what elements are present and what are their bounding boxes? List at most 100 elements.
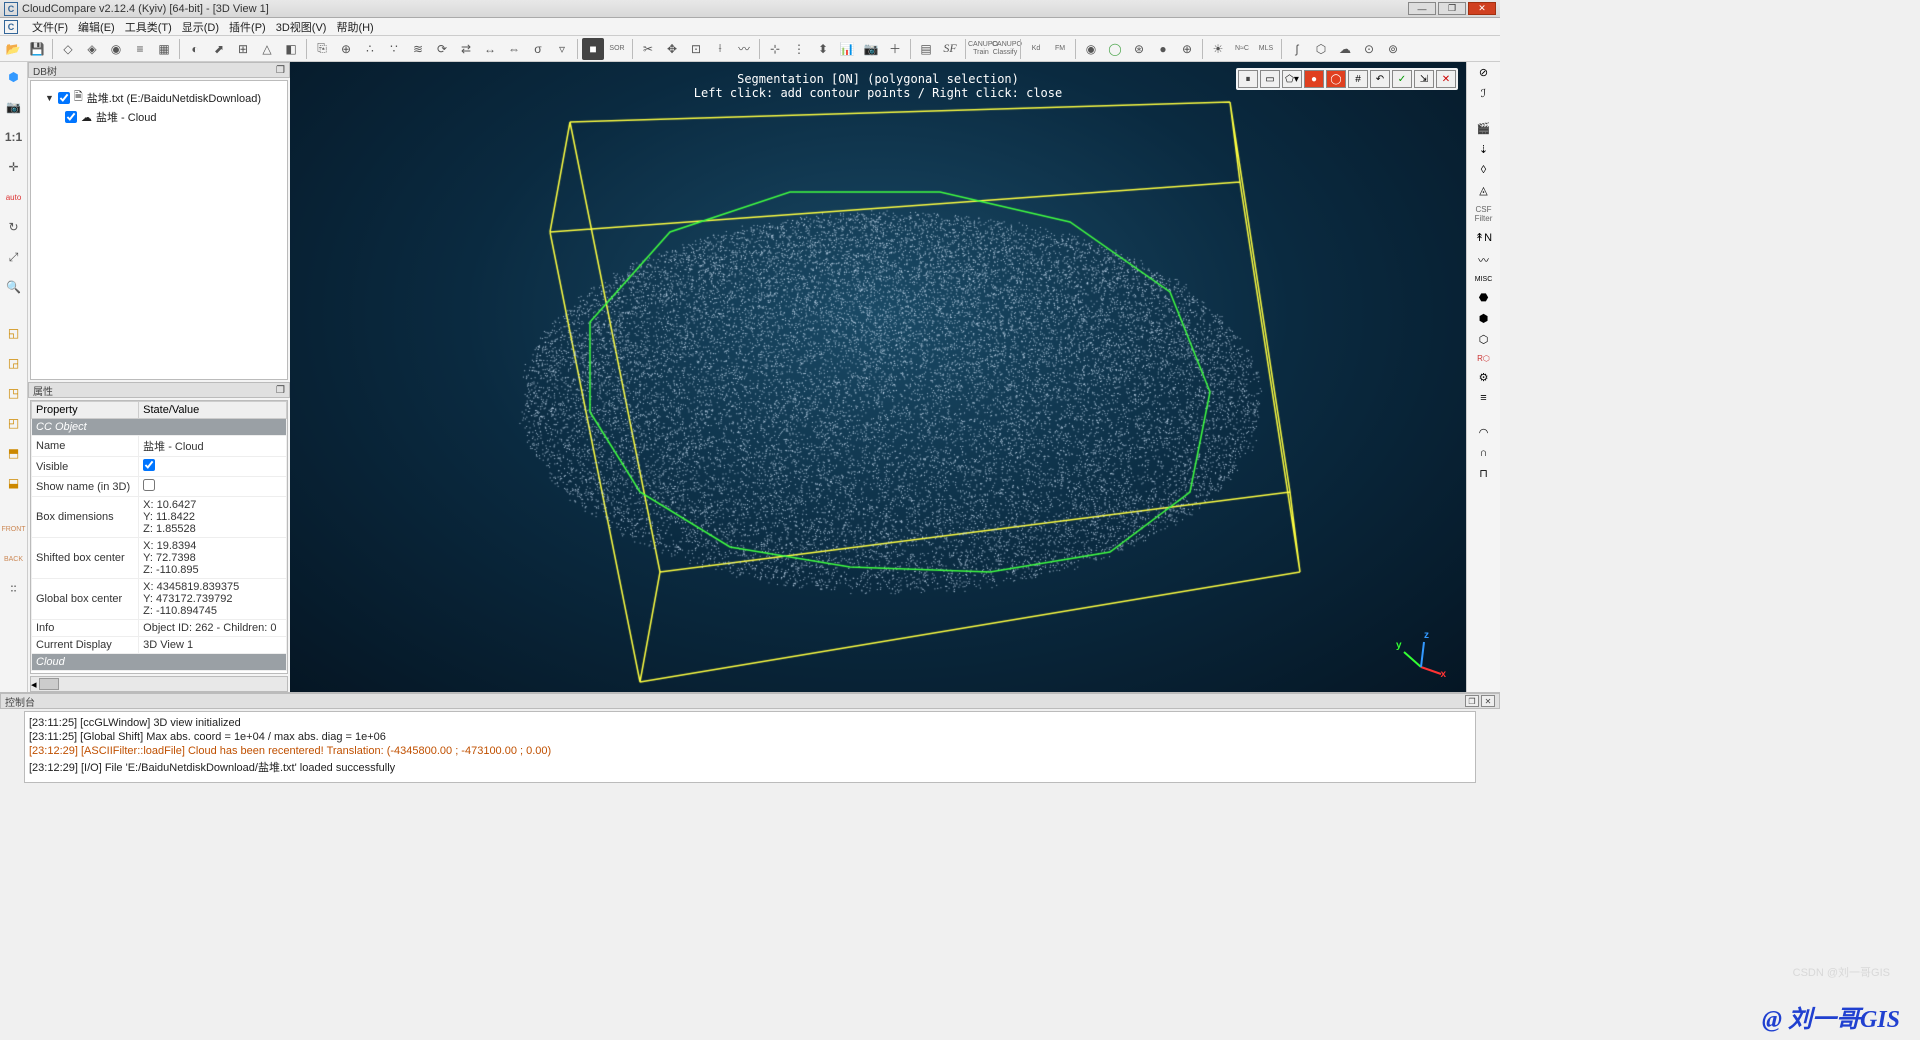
anim-icon[interactable]: ⊘ (1479, 66, 1488, 79)
clone-icon[interactable]: ⎘ (311, 38, 333, 60)
box1-icon[interactable]: ◱ (3, 322, 25, 344)
plane-icon[interactable]: ◊ (1481, 164, 1486, 176)
segment-icon[interactable]: ✂ (637, 38, 659, 60)
console-close-icon[interactable]: ✕ (1481, 695, 1495, 707)
remove-icon[interactable]: ∵ (383, 38, 405, 60)
points-icon[interactable]: ◈ (81, 38, 103, 60)
camera-icon[interactable]: 📷 (860, 38, 882, 60)
3d-viewport[interactable]: Segmentation [ON] (polygonal selection) … (290, 62, 1466, 692)
dist-icon[interactable]: ↔ (479, 38, 501, 60)
arc-icon[interactable]: ◠ (1479, 426, 1489, 439)
menu-plugins[interactable]: 插件(P) (229, 19, 266, 35)
extra1-icon[interactable]: ⬡ (1310, 38, 1332, 60)
broom-icon[interactable]: ℐ (1481, 87, 1486, 100)
menu-edit[interactable]: 编辑(E) (78, 19, 115, 35)
filter-icon[interactable]: ▿ (551, 38, 573, 60)
compass-icon[interactable]: ⇣ (1479, 143, 1488, 156)
normals-icon[interactable]: ⬈ (208, 38, 230, 60)
properties-table[interactable]: PropertyState/Value CC Object Name盐堆 - C… (30, 400, 288, 674)
db-tree[interactable]: ▼ 🗎 盐堆.txt (E:/BaiduNetdiskDownload) ☁ 盐… (30, 80, 288, 380)
dbtree-undock-icon[interactable]: ❐ (276, 65, 285, 76)
front-icon[interactable]: FRONT (3, 518, 25, 540)
sandbox-icon[interactable]: ◧ (280, 38, 302, 60)
primitive-icon[interactable]: ◉ (105, 38, 127, 60)
hex-icon[interactable]: ⬡ (1479, 333, 1489, 346)
seg-out-icon[interactable]: ◯ (1326, 70, 1346, 88)
tree-root-row[interactable]: ▼ 🗎 盐堆.txt (E:/BaiduNetdiskDownload) (37, 87, 281, 108)
visible-check[interactable] (143, 459, 155, 471)
translate-icon[interactable]: ✥ (661, 38, 683, 60)
noise-icon[interactable]: ≋ (407, 38, 429, 60)
seg-in-icon[interactable]: ● (1304, 70, 1324, 88)
maximize-button[interactable]: ❐ (1438, 2, 1466, 15)
subsample-icon[interactable]: ∴ (359, 38, 381, 60)
cross-icon[interactable]: ✛ (3, 156, 25, 178)
menu-tools[interactable]: 工具类(T) (125, 19, 172, 35)
seg-rect-icon[interactable]: ▭ (1260, 70, 1280, 88)
props-hscroll[interactable]: ◂ (30, 676, 288, 692)
zoom-icon[interactable]: 🔍 (3, 276, 25, 298)
box3-icon[interactable]: ◳ (3, 382, 25, 404)
flickr-icon[interactable]: ∶∶ (3, 578, 25, 600)
shield2-icon[interactable]: ⬢ (1479, 312, 1489, 325)
tree-root-check[interactable] (58, 92, 70, 104)
arrow-n-icon[interactable]: ↟N (1475, 231, 1492, 244)
console-log[interactable]: [23:11:25] [ccGLWindow] 3D view initiali… (24, 711, 1476, 783)
wave-icon[interactable]: 〰 (1478, 252, 1489, 268)
magnet-icon[interactable]: ∩ (1480, 447, 1488, 459)
colors-icon[interactable]: ◐ (184, 38, 206, 60)
layers-icon[interactable]: ≡ (1480, 392, 1486, 404)
canupo2-icon[interactable]: CANUPOClassify (994, 38, 1016, 60)
mls-icon[interactable]: MLS (1255, 38, 1277, 60)
sample-icon[interactable]: ≡ (129, 38, 151, 60)
tree-child-check[interactable] (65, 111, 77, 123)
menu-3dview[interactable]: 3D视图(V) (276, 19, 327, 35)
hpr-icon[interactable]: ◉ (1080, 38, 1102, 60)
octree-icon[interactable]: ⊞ (232, 38, 254, 60)
pointlist-icon[interactable]: ⋮ (788, 38, 810, 60)
ra-icon[interactable]: R⬡ (1477, 354, 1490, 363)
extra3-icon[interactable]: ⊚ (1382, 38, 1404, 60)
sra-icon[interactable]: ⊙ (1358, 38, 1380, 60)
seg-confirm-icon[interactable]: ✓ (1392, 70, 1412, 88)
csf-icon[interactable]: ◬ (1479, 184, 1487, 197)
seg-pause-icon[interactable]: ⏸ (1238, 70, 1258, 88)
box4-icon[interactable]: ◰ (3, 412, 25, 434)
save-icon[interactable]: 💾 (26, 38, 48, 60)
level-icon[interactable]: ⬍ (812, 38, 834, 60)
clapper-icon[interactable]: 🎬 (1477, 122, 1491, 135)
menu-help[interactable]: 帮助(H) (336, 19, 373, 35)
last-icon[interactable]: ⊓ (1479, 467, 1488, 480)
label-icon[interactable]: ■ (582, 38, 604, 60)
box2-icon[interactable]: ◲ (3, 352, 25, 374)
seg-hash-icon[interactable]: # (1348, 70, 1368, 88)
extra2-icon[interactable]: ☁ (1334, 38, 1356, 60)
fm-icon[interactable]: FM (1049, 38, 1071, 60)
kd-icon[interactable]: Kd (1025, 38, 1047, 60)
misc-icon[interactable]: MISC (1475, 276, 1493, 283)
ratio-icon[interactable]: 1:1 (3, 126, 25, 148)
point-icon[interactable]: ◇ (57, 38, 79, 60)
ransac-icon[interactable]: ʃ (1286, 38, 1308, 60)
crop-icon[interactable]: ⊡ (685, 38, 707, 60)
box5-icon[interactable]: ⬒ (3, 442, 25, 464)
stats-icon[interactable]: σ (527, 38, 549, 60)
shield-icon[interactable]: ⬣ (1479, 291, 1489, 304)
globe-icon[interactable]: ⊕ (1176, 38, 1198, 60)
back-icon[interactable]: BACK (3, 548, 25, 570)
mesh-icon[interactable]: △ (256, 38, 278, 60)
console-undock-icon[interactable]: ❐ (1465, 695, 1479, 707)
align-icon[interactable]: ⇄ (455, 38, 477, 60)
seg-cancel-icon[interactable]: ✕ (1436, 70, 1456, 88)
menu-display[interactable]: 显示(D) (182, 19, 219, 35)
view-iso-icon[interactable]: ⬢ (3, 66, 25, 88)
sf-icon[interactable]: ▤ (915, 38, 937, 60)
seg-export-icon[interactable]: ⇲ (1414, 70, 1434, 88)
seg-clear-icon[interactable]: ↶ (1370, 70, 1390, 88)
fit-icon[interactable]: ⤢ (3, 246, 25, 268)
register-icon[interactable]: ⟳ (431, 38, 453, 60)
add-icon[interactable]: ＋ (884, 38, 906, 60)
props-undock-icon[interactable]: ❐ (276, 385, 285, 396)
rotate-icon[interactable]: ↻ (3, 216, 25, 238)
minimize-button[interactable]: — (1408, 2, 1436, 15)
